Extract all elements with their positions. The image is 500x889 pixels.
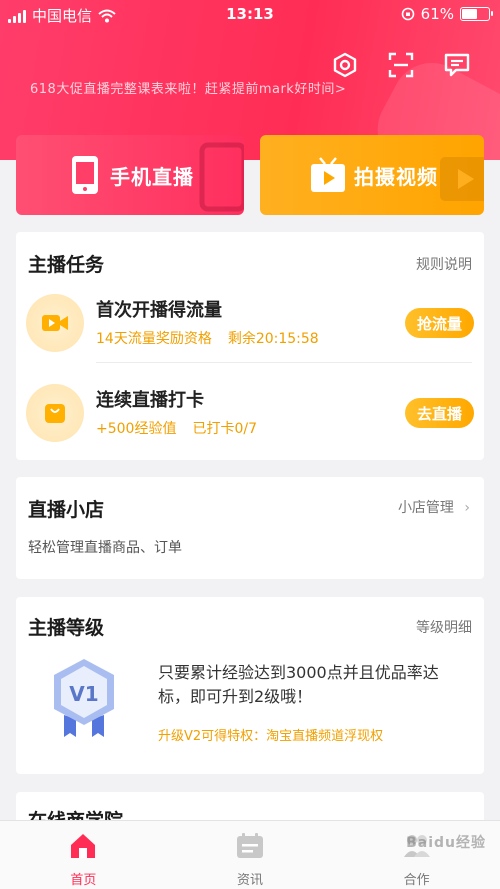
orientation-lock-icon <box>401 7 414 21</box>
settings-icon[interactable] <box>330 50 360 80</box>
live-shop-card[interactable]: 直播小店 小店管理 › 轻松管理直播商品、订单 <box>16 477 484 579</box>
video-icon <box>311 157 345 192</box>
task-item-first-live: 首次开播得流量 14天流量奖励资格 剩余20:15:58 抢流量 <box>26 288 474 360</box>
battery-percent: 61% <box>420 5 454 23</box>
task-subtitle: +500经验值 已打卡0/7 <box>96 418 257 438</box>
chevron-right-icon: › <box>464 500 470 516</box>
task-reward: 14天流量奖励资格 <box>96 331 212 347</box>
task-title: 首次开播得流量 <box>96 300 222 321</box>
shoot-video-label: 拍摄视频 <box>354 164 438 189</box>
anchor-tasks-card: 主播任务 规则说明 首次开播得流量 14天流量奖励资格 剩余20:15:58 抢流… <box>16 232 484 460</box>
phone-live-button[interactable]: 手机直播 <box>16 135 244 215</box>
shop-manage-label: 小店管理 <box>397 500 454 516</box>
level-badge-text: V1 <box>69 682 98 706</box>
news-icon <box>237 833 263 858</box>
shop-title: 直播小店 <box>28 499 105 521</box>
shopping-bag-badge-icon <box>26 384 84 442</box>
level-title: 主播等级 <box>28 617 105 639</box>
level-perk-text: 升级V2可得特权：淘宝直播频道浮现权 <box>158 729 384 744</box>
task-divider <box>96 362 472 363</box>
tab-news-label: 资讯 <box>237 873 264 888</box>
tasks-title: 主播任务 <box>28 254 105 276</box>
message-icon[interactable] <box>442 50 472 80</box>
task-reward: +500经验值 <box>96 421 177 437</box>
shoot-video-button[interactable]: 拍摄视频 <box>260 135 484 215</box>
task-title: 连续直播打卡 <box>96 390 204 411</box>
shop-description: 轻松管理直播商品、订单 <box>28 540 182 556</box>
banner-text[interactable]: 618大促直播完整课表来啦！赶紧提前mark好时间> <box>30 78 346 97</box>
tab-cooperate-label: 合作 <box>403 873 430 888</box>
task-item-checkin: 连续直播打卡 +500经验值 已打卡0/7 去直播 <box>26 378 474 450</box>
level-requirement-text: 只要累计经验达到3000点并且优品率达标，即可升到2级哦！ <box>158 663 439 706</box>
task-countdown: 剩余20:15:58 <box>227 331 319 347</box>
live-video-badge-icon <box>26 294 84 352</box>
phone-live-label: 手机直播 <box>110 164 194 189</box>
watermark-logo: Baidu经验 <box>406 835 486 851</box>
phone-icon <box>72 156 98 194</box>
live-buttons: 手机直播 拍摄视频 <box>16 135 484 215</box>
tab-news[interactable]: 资讯 <box>167 821 334 889</box>
level-badge-icon: V1 <box>54 659 114 737</box>
tab-home[interactable]: 首页 <box>0 821 167 889</box>
status-bar: 中国电信 13:13 61% <box>0 0 500 30</box>
anchor-level-card: 主播等级 等级明细 V1 只要累计经验达到3000点并且优品率达标，即可升到2级… <box>16 597 484 774</box>
rules-link[interactable]: 规则说明 <box>416 254 472 274</box>
go-live-button[interactable]: 去直播 <box>404 398 474 428</box>
grab-traffic-button[interactable]: 抢流量 <box>404 308 474 338</box>
scan-icon[interactable] <box>386 50 416 80</box>
tab-bar: 首页 资讯 合作 <box>0 820 500 889</box>
video-decoration <box>440 157 484 201</box>
phone-decoration <box>199 142 244 212</box>
task-progress: 已打卡0/7 <box>192 421 257 437</box>
battery-icon <box>460 7 493 21</box>
task-subtitle: 14天流量奖励资格 剩余20:15:58 <box>96 328 319 348</box>
tab-home-label: 首页 <box>70 873 97 888</box>
shop-manage-link[interactable]: 小店管理 › <box>398 497 470 517</box>
home-icon <box>71 834 96 858</box>
level-detail-link[interactable]: 等级明细 <box>416 617 472 637</box>
